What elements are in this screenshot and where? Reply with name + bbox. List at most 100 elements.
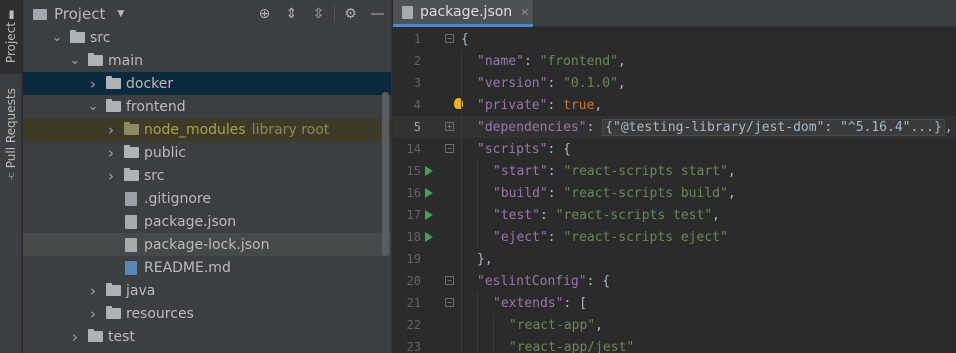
tree-row[interactable]: ⌄ src: [23, 26, 391, 49]
chevron-right-icon[interactable]: ›: [105, 167, 117, 185]
indent-guide: [461, 314, 462, 336]
code-content: "scripts": {: [461, 142, 571, 157]
project-view-selector[interactable]: Project: [54, 5, 105, 23]
json-file-icon: [123, 214, 139, 229]
gear-icon[interactable]: ⚙: [337, 2, 364, 26]
run-script-icon[interactable]: [425, 166, 433, 176]
chevron-right-icon[interactable]: ›: [105, 121, 117, 139]
indent-guide: [477, 336, 478, 353]
project-tool-window-tab[interactable]: Project ▮: [0, 0, 22, 74]
folder-icon: [123, 145, 139, 160]
code-content: "build": "react-scripts build",: [461, 186, 736, 201]
tree-row[interactable]: README.md: [23, 256, 391, 279]
code-token: :: [523, 53, 540, 69]
tree-row[interactable]: › java: [23, 279, 391, 302]
close-icon[interactable]: ✕: [520, 6, 529, 19]
chevron-right-icon[interactable]: ›: [87, 282, 99, 300]
line-number: 1: [413, 32, 421, 46]
expand-all-icon[interactable]: ⇕: [278, 2, 305, 26]
code-content: "eject": "react-scripts eject": [461, 230, 728, 245]
chevron-down-icon[interactable]: ⌄: [69, 53, 81, 68]
code-line[interactable]: 15 "start": "react-scripts start",: [393, 160, 956, 182]
code-line[interactable]: 23 "react-app/jest": [393, 336, 956, 353]
code-content: "name": "frontend",: [461, 54, 626, 69]
tree-item-label: test: [108, 328, 135, 345]
code-line[interactable]: 5 + "dependencies": {"@testing-library/jes…: [393, 116, 956, 138]
code-line[interactable]: 1 −{: [393, 28, 956, 50]
code-content: "extends": [: [461, 296, 587, 311]
fold-toggle-icon[interactable]: −: [445, 144, 454, 153]
pull-requests-tool-window-tab[interactable]: ⑂ Pull Requests: [0, 84, 22, 184]
tab-label: package.json: [420, 4, 513, 20]
indent-guide: [461, 94, 462, 116]
chevron-down-icon[interactable]: ⌄: [87, 99, 99, 114]
collapse-all-icon[interactable]: ⇳: [305, 2, 332, 26]
code-line[interactable]: 20− "eslintConfig": {: [393, 270, 956, 292]
code-line[interactable]: 17 "test": "react-scripts test",: [393, 204, 956, 226]
code-token: ,: [727, 185, 736, 201]
code-token: :: [547, 185, 564, 201]
folder-icon: ▮: [7, 7, 15, 21]
tree-row[interactable]: › docker: [23, 72, 391, 95]
tree-row[interactable]: › node_modules library root: [23, 118, 391, 141]
fold-toggle-icon[interactable]: +: [445, 122, 454, 131]
tree-row[interactable]: ⌄ frontend: [23, 95, 391, 118]
code-line[interactable]: 19},: [393, 248, 956, 270]
editor-gutter: [421, 94, 463, 116]
fold-toggle-icon[interactable]: −: [445, 276, 454, 285]
code-editor[interactable]: 1−{2 "name": "frontend", 3 "version": "0.1.…: [393, 28, 956, 353]
chevron-down-icon[interactable]: ⌄: [51, 30, 63, 45]
minimize-icon[interactable]: —: [364, 2, 391, 26]
tree-row[interactable]: › test: [23, 325, 391, 348]
run-script-icon[interactable]: [425, 210, 433, 220]
run-script-icon[interactable]: [425, 232, 433, 242]
tab-package-json[interactable]: package.json ✕: [393, 0, 533, 27]
tree-item-label: README.md: [144, 259, 231, 276]
tree-item-label: package.json: [144, 213, 237, 230]
folded-region[interactable]: {"@testing-library/jest-dom": "^5.16.4".…: [602, 118, 945, 136]
code-token: :: [547, 75, 564, 91]
fold-toggle-icon[interactable]: −: [445, 34, 454, 43]
code-line[interactable]: 21− "extends": [: [393, 292, 956, 314]
run-script-icon[interactable]: [425, 188, 433, 198]
code-line[interactable]: 3 "version": "0.1.0",: [393, 72, 956, 94]
code-token: {: [461, 31, 469, 47]
chevron-right-icon[interactable]: ›: [105, 144, 117, 162]
code-token: "version": [477, 75, 548, 91]
line-number: 5: [413, 120, 421, 134]
tree-item-label: docker: [126, 75, 174, 92]
code-token: "react-app": [509, 317, 596, 333]
code-line[interactable]: 16 "build": "react-scripts build",: [393, 182, 956, 204]
editor-tab-bar: package.json ✕: [393, 0, 956, 27]
folder-icon: [105, 306, 121, 321]
code-line[interactable]: 2 "name": "frontend",: [393, 50, 956, 72]
code-token: : {: [547, 141, 571, 157]
code-line[interactable]: 22 "react-app",: [393, 314, 956, 336]
indent-guide: [461, 182, 462, 204]
code-line[interactable]: 14− "scripts": {: [393, 138, 956, 160]
code-content: "private": true,: [461, 98, 602, 113]
code-token: :: [547, 229, 564, 245]
chevron-down-icon[interactable]: ▼: [117, 9, 124, 19]
chevron-right-icon[interactable]: ›: [87, 305, 99, 323]
code-token: ,: [617, 75, 626, 91]
tree-row[interactable]: › src: [23, 164, 391, 187]
chevron-right-icon[interactable]: ›: [69, 328, 81, 346]
tree-row[interactable]: .gitignore: [23, 187, 391, 210]
code-token: },: [477, 251, 493, 267]
tree-row[interactable]: › resources: [23, 302, 391, 325]
indent-guide: [461, 270, 462, 292]
code-line[interactable]: 18 "eject": "react-scripts eject": [393, 226, 956, 248]
locate-icon[interactable]: ⊕: [251, 2, 278, 26]
project-tree-scrollbar[interactable]: [382, 92, 389, 256]
chevron-right-icon[interactable]: ›: [87, 75, 99, 93]
tree-row[interactable]: ⌄ main: [23, 49, 391, 72]
tree-row[interactable]: package.json: [23, 210, 391, 233]
code-token: "name": [477, 53, 524, 69]
tree-row[interactable]: › public: [23, 141, 391, 164]
fold-toggle-icon[interactable]: −: [445, 298, 454, 307]
code-token: :: [539, 207, 556, 223]
code-token: "build": [493, 185, 548, 201]
tree-row[interactable]: package-lock.json: [23, 233, 391, 256]
code-line[interactable]: 4 "private": true,: [393, 94, 956, 116]
